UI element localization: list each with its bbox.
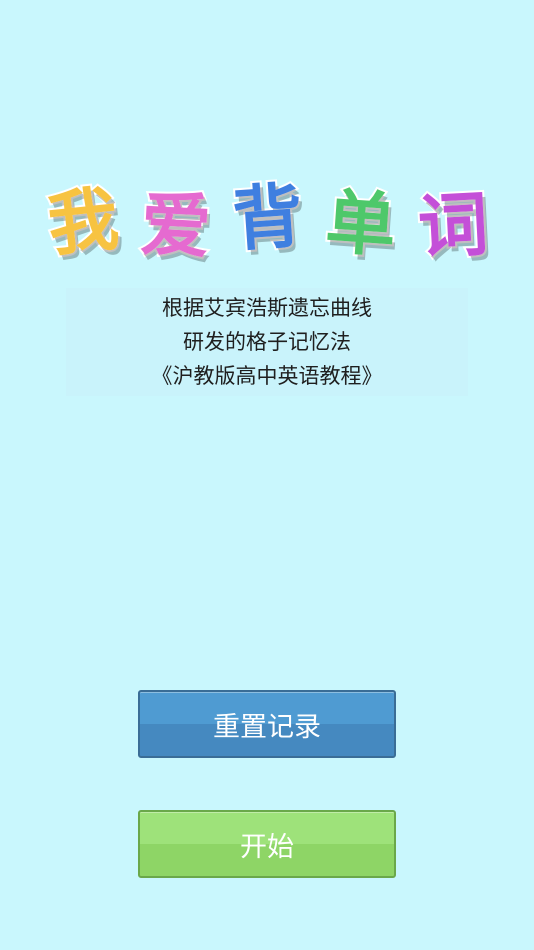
title-char-5: 词 — [414, 181, 492, 271]
title-char-1: 我 — [42, 176, 124, 269]
title-char-3: 背 — [228, 173, 308, 264]
title-char-2: 爱 — [136, 181, 214, 271]
description-panel: 根据艾宾浩斯遗忘曲线 研发的格子记忆法 《沪教版高中英语教程》 — [66, 288, 468, 396]
description-line-2: 研发的格子记忆法 — [183, 330, 351, 354]
description-line-3: 《沪教版高中英语教程》 — [151, 364, 383, 388]
description-line-1: 根据艾宾浩斯遗忘曲线 — [162, 296, 372, 320]
start-label: 开始 — [240, 831, 294, 863]
title-char-4: 单 — [321, 179, 401, 270]
app-title-logo: 我 爱 背 单 词 — [42, 172, 492, 272]
reset-record-label: 重置记录 — [213, 711, 321, 743]
start-button[interactable]: 开始 — [138, 810, 396, 878]
reset-record-button[interactable]: 重置记录 — [138, 690, 396, 758]
